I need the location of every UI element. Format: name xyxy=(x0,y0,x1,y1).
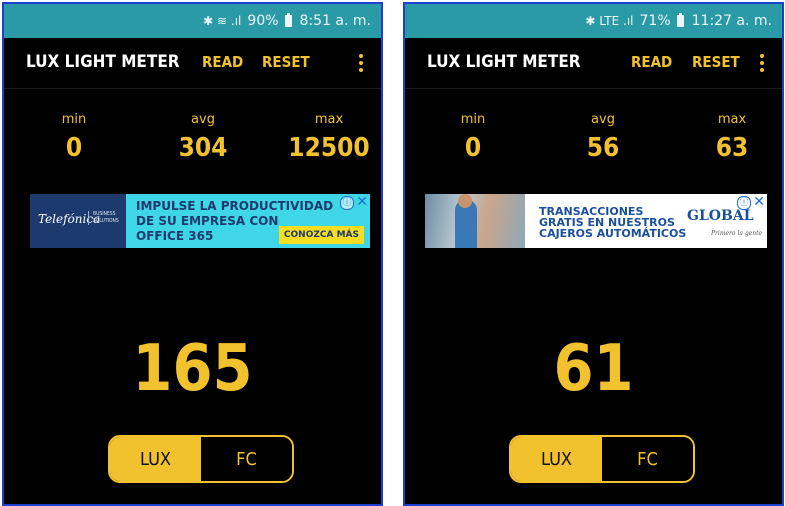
phone-screen-left: ✱ ≋ .ıl 90% 8:51 a. m. LUX LIGHT METER R… xyxy=(2,2,383,506)
status-bar: ✱ ≋ .ıl 90% 8:51 a. m. xyxy=(4,4,381,38)
stat-avg: avg 56 xyxy=(548,112,658,163)
ad-banner[interactable]: Telefónica BUSINESS SOLUTIONS IMPULSE LA… xyxy=(30,194,370,248)
adchoices-icon[interactable]: ⓘ xyxy=(737,196,751,210)
ad-photo xyxy=(425,194,525,248)
battery-percent: 90% xyxy=(247,13,279,29)
stat-avg-label: avg xyxy=(191,112,215,127)
stat-max-value: 63 xyxy=(715,133,749,163)
stat-min-label: min xyxy=(460,112,486,127)
unit-lux-option[interactable]: LUX xyxy=(511,437,602,481)
unit-lux-option[interactable]: LUX xyxy=(110,437,201,481)
battery-icon xyxy=(284,13,292,27)
current-reading: 165 xyxy=(132,332,253,406)
overflow-menu-icon[interactable] xyxy=(760,54,764,72)
ad-person-head xyxy=(458,194,472,208)
reset-button[interactable]: RESET xyxy=(262,53,310,71)
app-toolbar: LUX LIGHT METER READ RESET xyxy=(405,38,782,89)
phone-screen-right: ✱ LTE .ıl 71% 11:27 a. m. LUX LIGHT METE… xyxy=(403,2,784,506)
stat-max-label: max xyxy=(717,112,747,127)
adchoices-icon[interactable]: ⓘ xyxy=(340,196,354,210)
stat-avg: avg 304 xyxy=(148,112,258,163)
stat-min-value: 0 xyxy=(65,133,83,163)
stat-min: min 0 xyxy=(19,112,129,163)
stat-avg-label: avg xyxy=(591,112,615,127)
battery-percent: 71% xyxy=(639,13,671,29)
app-title: LUX LIGHT METER xyxy=(427,52,581,72)
app-title: LUX LIGHT METER xyxy=(26,52,180,72)
stat-max: max 63 xyxy=(677,112,782,163)
stat-max: max 12500 xyxy=(274,112,381,163)
read-button[interactable]: READ xyxy=(202,53,243,71)
stat-avg-value: 56 xyxy=(586,133,620,163)
ad-headline-line: CAJEROS AUTOMÁTICOS xyxy=(539,227,687,240)
close-icon[interactable]: ✕ xyxy=(753,194,765,210)
close-icon[interactable]: ✕ xyxy=(356,194,368,210)
ad-cta-button[interactable]: CONOZCA MÁS xyxy=(278,226,364,244)
status-bar: ✱ LTE .ıl 71% 11:27 a. m. xyxy=(405,4,782,38)
stat-avg-value: 304 xyxy=(178,133,228,163)
battery-icon xyxy=(676,13,684,27)
read-button[interactable]: READ xyxy=(631,53,672,71)
stat-min: min 0 xyxy=(418,112,528,163)
ad-slogan: Primero la gente xyxy=(711,230,763,237)
signal-icons: ✱ ≋ .ıl xyxy=(203,14,242,28)
stat-max-value: 12500 xyxy=(288,133,370,163)
stat-min-label: min xyxy=(61,112,87,127)
unit-toggle: LUX FC xyxy=(108,435,294,483)
clock: 8:51 a. m. xyxy=(299,13,371,29)
ad-headline: TRANSACCIONES GRATIS EN NUESTROS CAJEROS… xyxy=(539,206,686,239)
ad-brand: GLOBAL xyxy=(687,208,754,224)
ad-banner[interactable]: TRANSACCIONES GRATIS EN NUESTROS CAJEROS… xyxy=(425,194,767,248)
ad-logo: Telefónica BUSINESS SOLUTIONS xyxy=(30,194,126,248)
unit-fc-option[interactable]: FC xyxy=(201,437,292,481)
reset-button[interactable]: RESET xyxy=(692,53,740,71)
clock: 11:27 a. m. xyxy=(691,13,772,29)
unit-toggle: LUX FC xyxy=(509,435,695,483)
current-reading: 61 xyxy=(553,332,634,406)
unit-fc-option[interactable]: FC xyxy=(602,437,693,481)
app-toolbar: LUX LIGHT METER READ RESET xyxy=(4,38,381,89)
signal-icons: ✱ LTE .ıl xyxy=(585,14,634,28)
ad-headline-line: IMPULSE LA PRODUCTIVIDAD xyxy=(136,199,334,213)
stat-min-value: 0 xyxy=(464,133,482,163)
stat-max-label: max xyxy=(314,112,344,127)
ad-brand-sub: BUSINESS SOLUTIONS xyxy=(88,211,127,225)
overflow-menu-icon[interactable] xyxy=(359,54,363,72)
